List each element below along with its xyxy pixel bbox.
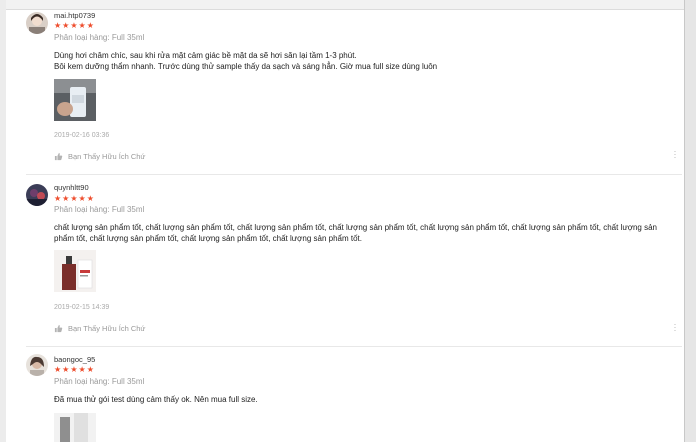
review-photo[interactable] — [54, 79, 96, 121]
rating-stars: ★★★★★ — [54, 21, 95, 30]
helpful-label: Bạn Thấy Hữu Ích Chứ — [68, 152, 146, 161]
review-timestamp: 2019-02-15 14:39 — [54, 304, 110, 311]
review-photo[interactable] — [54, 250, 96, 292]
thumbs-up-icon — [54, 152, 63, 161]
comment-line: Bôi kem dưỡng thẩm nhanh. Trước dùng thử… — [54, 61, 438, 71]
comment-line: Dùng hơi châm chíc, sau khi rửa mặt cảm … — [54, 51, 357, 60]
more-options-icon[interactable]: · · · — [672, 147, 678, 162]
comment-line: chất lượng sản phẩm tốt, chất lượng sản … — [54, 223, 657, 232]
avatar[interactable] — [26, 184, 48, 206]
rating-stars: ★★★★★ — [54, 365, 95, 374]
thumbs-up-icon — [54, 324, 63, 333]
more-options-icon[interactable]: · · · — [672, 320, 678, 335]
review-comment: Đã mua thử gói test dùng cảm thấy ok. Nê… — [54, 395, 684, 406]
review-comment: chất lượng sản phẩm tốt, chất lượng sản … — [54, 223, 684, 244]
helpful-button[interactable]: Bạn Thấy Hữu Ích Chứ — [54, 324, 145, 333]
rating-stars: ★★★★★ — [54, 194, 95, 203]
comment-line: Đã mua thử gói test dùng cảm thấy ok. Nê… — [54, 395, 258, 404]
divider — [26, 346, 682, 347]
avatar[interactable] — [26, 12, 48, 34]
review-username[interactable]: baongoc_95 — [54, 355, 95, 364]
right-frame-scrollbar[interactable] — [684, 0, 696, 442]
review-username[interactable]: mai.htp0739 — [54, 11, 95, 20]
divider — [26, 174, 682, 175]
helpful-label: Bạn Thấy Hữu Ích Chứ — [68, 324, 146, 333]
comment-line: phẩm tốt, chất lượng sản phẩm tốt, chất … — [54, 233, 362, 243]
helpful-button[interactable]: Bạn Thấy Hữu Ích Chứ — [54, 152, 145, 161]
avatar[interactable] — [26, 354, 48, 376]
review-photo[interactable] — [54, 413, 96, 442]
review-variant: Phân loại hàng: Full 35ml — [54, 377, 145, 386]
left-frame-edge — [0, 0, 6, 442]
browser-top-bar — [0, 0, 696, 10]
review-username[interactable]: quynhltt90 — [54, 183, 89, 192]
review-variant: Phân loại hàng: Full 35ml — [54, 205, 145, 214]
review-variant: Phân loại hàng: Full 35ml — [54, 33, 145, 42]
review-comment: Dùng hơi châm chíc, sau khi rửa mặt cảm … — [54, 51, 684, 72]
review-timestamp: 2019-02-16 03:36 — [54, 132, 110, 139]
